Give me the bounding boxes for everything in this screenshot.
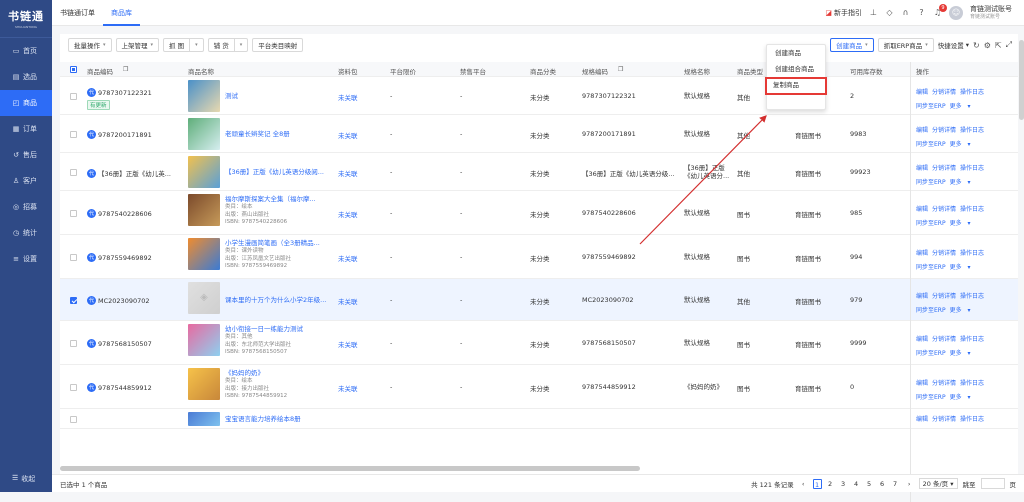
annotation-arrow: [639, 115, 767, 245]
page-4[interactable]: 4: [852, 479, 861, 489]
page-7[interactable]: 7: [891, 479, 900, 489]
footer-bar: 已选中 1 个商品 共 121 条记录 ‹ 1234567 › 20 条/页 ▾…: [52, 474, 1024, 492]
vertical-scrollbar[interactable]: [1019, 40, 1024, 120]
pagination: 共 121 条记录 ‹ 1234567 › 20 条/页 ▾ 跳至 页: [751, 478, 1024, 489]
page-1[interactable]: 1: [812, 478, 822, 489]
total-records: 共 121 条记录: [751, 480, 794, 489]
page-3[interactable]: 3: [839, 479, 848, 489]
page-5[interactable]: 5: [865, 479, 874, 489]
prev-page-icon[interactable]: ‹: [799, 479, 808, 489]
goto-label: 跳至: [962, 480, 976, 489]
horizontal-scrollbar[interactable]: [60, 466, 640, 471]
page-list: 1234567: [812, 478, 900, 489]
page-size-label: 20 条/页: [922, 480, 949, 488]
selected-count: 已选中 1 个商品: [60, 480, 108, 489]
page-size-select[interactable]: 20 条/页 ▾: [918, 478, 958, 489]
page-unit-label: 页: [1009, 480, 1017, 489]
goto-page-input[interactable]: [980, 478, 1005, 489]
page-6[interactable]: 6: [878, 479, 887, 489]
page-2[interactable]: 2: [826, 479, 835, 489]
next-page-icon[interactable]: ›: [905, 479, 914, 489]
